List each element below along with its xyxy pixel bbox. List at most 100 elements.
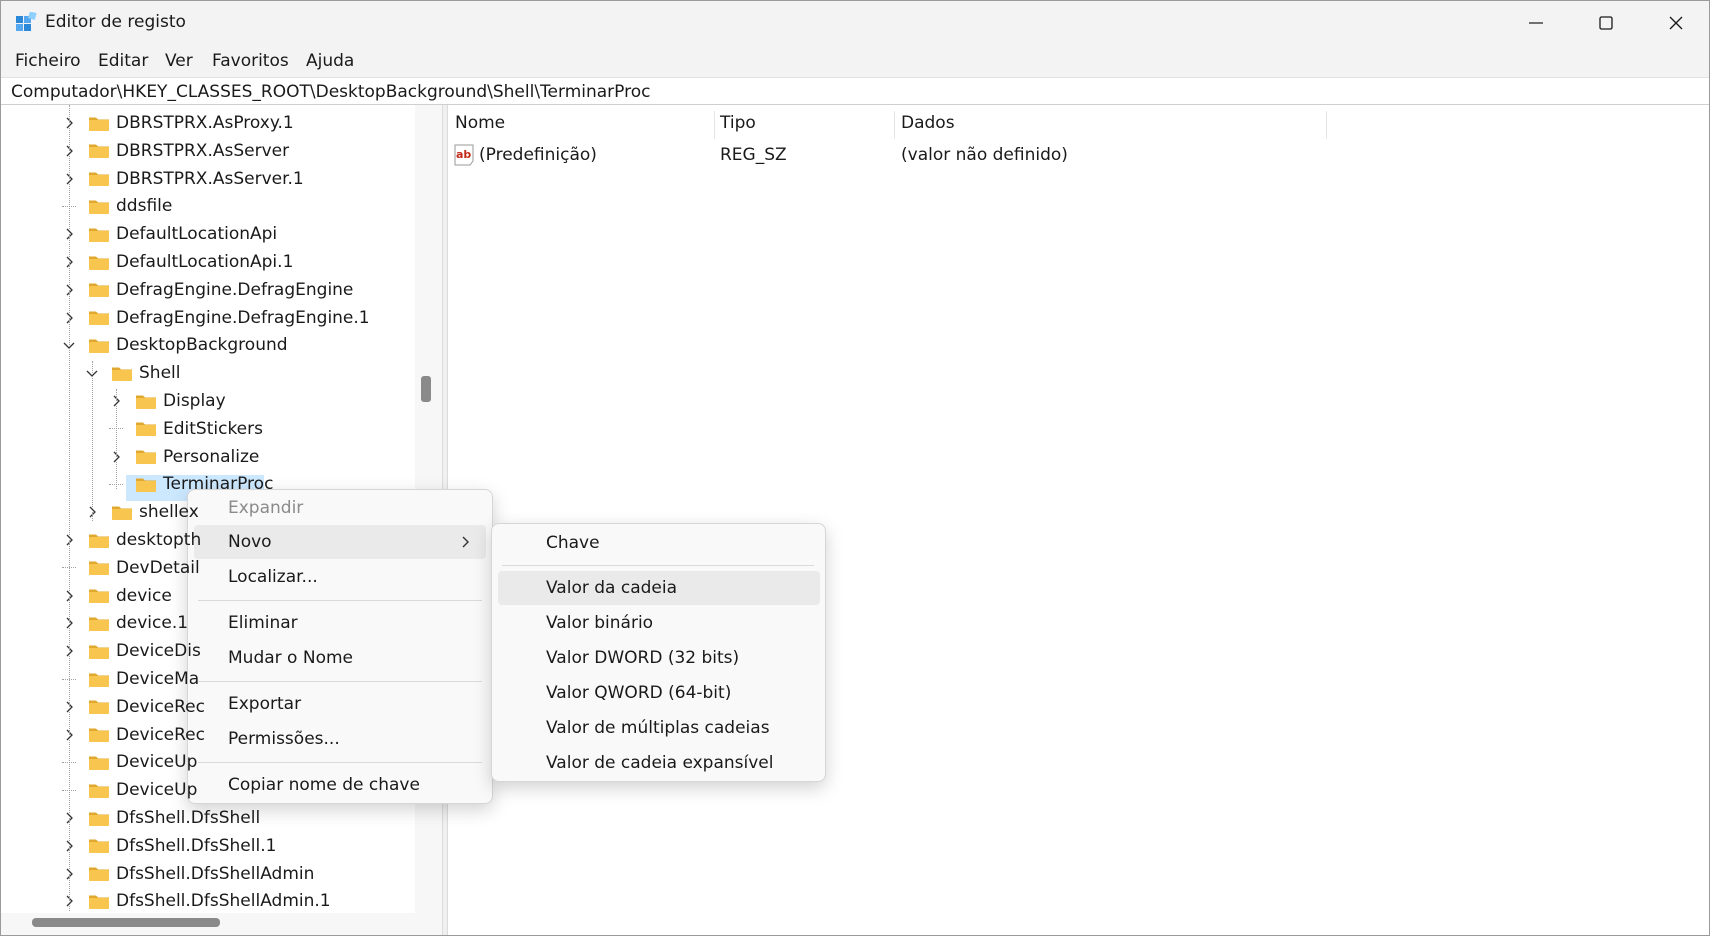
tree-item[interactable]: DeviceUp <box>62 748 197 776</box>
tree-item[interactable]: EditStickers <box>109 415 263 443</box>
new-submenu: Chave Valor da cadeia Valor binário Valo… <box>491 523 826 782</box>
tree-item[interactable]: DefaultLocationApi.1 <box>62 248 293 276</box>
tree-item[interactable]: ddsfile <box>62 192 172 220</box>
tree-item[interactable]: DfsShell.DfsShell <box>62 804 260 832</box>
tree-item-label: DesktopBackground <box>116 335 288 356</box>
tree-item[interactable]: desktopth <box>62 526 201 554</box>
submenu-item-valor-dword[interactable]: Valor DWORD (32 bits) <box>498 641 820 675</box>
tree-item[interactable]: DeviceRec <box>62 721 205 749</box>
menu-item-mudar-nome[interactable]: Mudar o Nome <box>194 641 486 675</box>
tree-item-label: desktopth <box>116 530 202 550</box>
tree-item[interactable]: DeviceDis <box>62 637 201 665</box>
column-header-nome[interactable]: Nome <box>455 113 505 133</box>
submenu-item-valor-cadeia[interactable]: Valor da cadeia <box>498 571 820 605</box>
folder-icon <box>88 587 110 604</box>
submenu-item-label: Valor da cadeia <box>546 578 678 598</box>
values-pane[interactable]: Nome Tipo Dados ab (Predefinição) REG_SZ… <box>448 105 1709 935</box>
tree-item[interactable]: DefragEngine.DefragEngine.1 <box>62 304 370 332</box>
submenu-item-label: Chave <box>546 533 600 553</box>
submenu-item-valor-binario[interactable]: Valor binário <box>498 606 820 640</box>
maximize-button[interactable] <box>1571 1 1641 45</box>
minimize-icon <box>1529 22 1543 24</box>
tree-vertical-scroll-thumb[interactable] <box>421 376 431 402</box>
menu-item-localizar[interactable]: Localizar... <box>194 560 486 594</box>
tree-item[interactable]: DBRSTPRX.AsServer.1 <box>62 165 304 193</box>
tree-item[interactable]: device.1 <box>62 609 188 637</box>
submenu-item-valor-multiplas[interactable]: Valor de múltiplas cadeias <box>498 711 820 745</box>
submenu-item-label: Valor de cadeia expansível <box>546 753 774 773</box>
folder-icon <box>135 476 157 493</box>
tree-item[interactable]: DfsShell.DfsShell.1 <box>62 832 276 860</box>
menu-item-label: Permissões... <box>228 729 340 749</box>
tree-item[interactable]: DBRSTPRX.AsServer <box>62 137 289 165</box>
address-bar[interactable]: Computador\HKEY_CLASSES_ROOT\DesktopBack… <box>1 77 1709 105</box>
address-path[interactable]: Computador\HKEY_CLASSES_ROOT\DesktopBack… <box>11 82 650 102</box>
tree-item[interactable]: DfsShell.DfsShellAdmin.1 <box>62 887 331 915</box>
menu-bar: Ficheiro Editar Ver Favoritos Ajuda <box>1 45 1709 77</box>
tree-item[interactable]: DefragEngine.DefragEngine <box>62 276 353 304</box>
tree-item[interactable]: DeviceUp <box>62 776 197 804</box>
folder-icon <box>88 281 110 298</box>
menu-separator <box>198 762 482 763</box>
value-row[interactable]: ab (Predefinição) REG_SZ (valor não defi… <box>453 141 1453 169</box>
column-separator[interactable] <box>894 111 895 139</box>
context-menu: Expandir Novo Localizar... Eliminar Muda… <box>187 489 493 804</box>
menu-ficheiro[interactable]: Ficheiro <box>15 51 81 71</box>
menu-ver[interactable]: Ver <box>165 51 193 71</box>
tree-item-label: DeviceRec <box>116 696 205 717</box>
folder-icon <box>135 420 157 437</box>
menu-item-exportar[interactable]: Exportar <box>194 687 486 721</box>
tree-item[interactable]: DfsShell.DfsShellAdmin <box>62 860 314 888</box>
tree-item[interactable]: TerminarProc <box>109 470 273 498</box>
menu-favoritos[interactable]: Favoritos <box>212 51 289 71</box>
menu-item-eliminar[interactable]: Eliminar <box>194 606 486 640</box>
tree-item[interactable]: DevDetail <box>62 554 200 582</box>
submenu-item-label: Valor de múltiplas cadeias <box>546 718 770 738</box>
tree-item-label: DeviceDis <box>116 641 201 662</box>
tree-item-label: DeviceMa <box>116 669 200 689</box>
close-button[interactable] <box>1641 1 1709 45</box>
menu-separator <box>198 681 482 682</box>
menu-ajuda[interactable]: Ajuda <box>306 51 354 71</box>
tree-item-label: TerminarProc <box>163 474 274 495</box>
folder-icon <box>88 810 110 827</box>
tree-item-label: DBRSTPRX.AsServer.1 <box>116 168 304 189</box>
column-separator[interactable] <box>1326 111 1327 139</box>
folder-icon <box>88 226 110 243</box>
menu-editar[interactable]: Editar <box>98 51 148 71</box>
folder-icon <box>111 365 133 382</box>
tree-item[interactable]: DesktopBackground <box>62 331 288 359</box>
tree-item[interactable]: Display <box>109 387 226 415</box>
tree-item[interactable]: DefaultLocationApi <box>62 220 277 248</box>
tree-item[interactable]: DeviceRec <box>62 693 205 721</box>
submenu-item-chave[interactable]: Chave <box>498 526 820 560</box>
tree-item-label: ddsfile <box>116 196 173 217</box>
title-bar[interactable]: Editor de registo <box>1 1 1709 45</box>
menu-item-novo[interactable]: Novo <box>194 525 486 559</box>
submenu-item-valor-qword[interactable]: Valor QWORD (64-bit) <box>498 676 820 710</box>
submenu-item-label: Valor DWORD (32 bits) <box>546 648 740 668</box>
column-separator[interactable] <box>714 111 715 139</box>
folder-icon <box>88 198 110 215</box>
tree-item[interactable]: Personalize <box>109 443 259 471</box>
tree-item[interactable]: DBRSTPRX.AsProxy.1 <box>62 109 294 137</box>
column-header-dados[interactable]: Dados <box>901 113 955 133</box>
tree-item[interactable]: device <box>62 582 172 610</box>
menu-item-label: Expandir <box>228 498 304 518</box>
registry-editor-window: Editor de registo Ficheiro Editar Ver Fa… <box>0 0 1710 936</box>
minimize-button[interactable] <box>1501 1 1571 45</box>
tree-item-label: DBRSTPRX.AsServer <box>116 140 290 161</box>
chevron-right-icon <box>462 536 469 548</box>
tree-item[interactable]: Shell <box>85 359 180 387</box>
tree-item[interactable]: shellex <box>85 498 199 526</box>
column-header-tipo[interactable]: Tipo <box>720 113 756 133</box>
folder-icon <box>88 142 110 159</box>
menu-item-copiar-nome[interactable]: Copiar nome de chave <box>194 768 486 802</box>
tree-item[interactable]: DeviceMa <box>62 665 199 693</box>
submenu-item-valor-expansivel[interactable]: Valor de cadeia expansível <box>498 746 820 780</box>
folder-icon <box>88 170 110 187</box>
menu-item-label: Localizar... <box>228 567 318 587</box>
tree-horizontal-scroll-thumb[interactable] <box>32 918 220 927</box>
menu-item-permissoes[interactable]: Permissões... <box>194 722 486 756</box>
folder-icon <box>88 559 110 576</box>
